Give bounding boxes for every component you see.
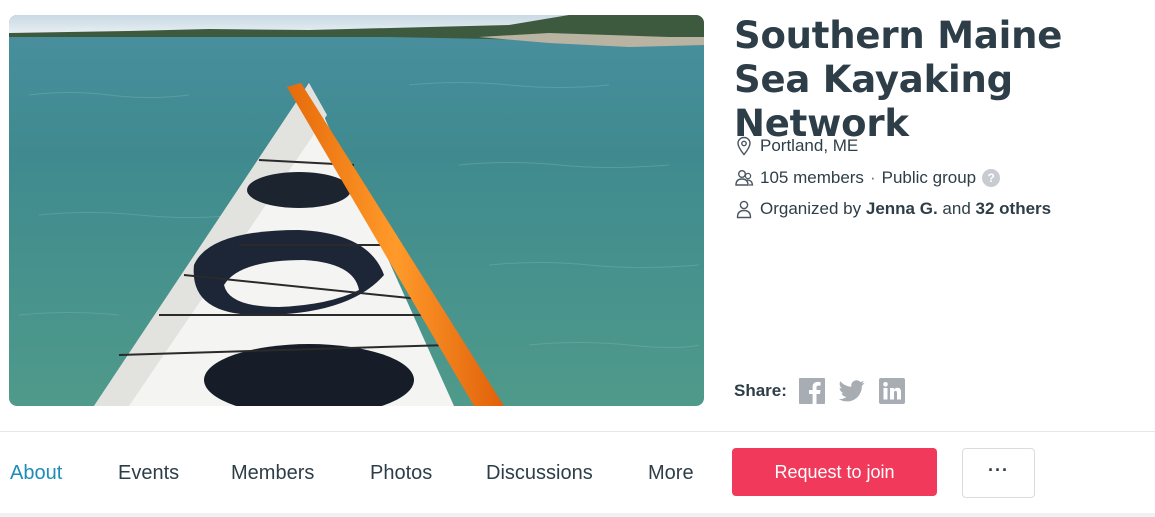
share-label: Share: <box>734 380 787 400</box>
tab-discussions[interactable]: Discussions <box>486 459 593 487</box>
share-row: Share: <box>734 377 919 404</box>
location-row: Portland, ME <box>734 134 858 158</box>
ellipsis-icon: ··· <box>988 459 1009 480</box>
linkedin-icon[interactable] <box>879 377 906 404</box>
more-options-button[interactable]: ··· <box>962 448 1035 498</box>
facebook-icon[interactable] <box>799 377 826 404</box>
organized-by-label: Organized by <box>760 199 862 218</box>
twitter-icon[interactable] <box>839 377 866 404</box>
group-title: Southern Maine Sea Kayaking Network <box>734 14 1063 145</box>
person-icon <box>734 199 754 219</box>
tab-about[interactable]: About <box>10 459 62 487</box>
tab-members[interactable]: Members <box>231 459 314 487</box>
separator-dot: · <box>869 168 876 187</box>
members-count[interactable]: 105 members <box>760 168 864 188</box>
group-cover-photo <box>9 15 704 406</box>
members-icon <box>734 168 754 188</box>
organizer-name[interactable]: Jenna G. <box>866 199 938 219</box>
organizer-others-link[interactable]: 32 others <box>976 199 1052 219</box>
kayak-bow-on-water-image <box>9 15 704 406</box>
location-pin-icon <box>734 136 754 156</box>
members-row: 105 members · Public group ? <box>734 166 1001 190</box>
request-to-join-button[interactable]: Request to join <box>732 448 937 496</box>
tab-events[interactable]: Events <box>118 459 179 487</box>
location-text: Portland, ME <box>760 136 859 155</box>
nav-bottom-border <box>0 513 1155 517</box>
organized-and: and <box>942 199 971 218</box>
nav-divider <box>0 431 1155 432</box>
privacy-label: Public group <box>881 168 977 187</box>
tab-photos[interactable]: Photos <box>370 459 432 487</box>
tab-more[interactable]: More <box>648 459 694 487</box>
organizer-row: Organized by Jenna G. and 32 others <box>734 197 1051 221</box>
help-icon[interactable]: ? <box>982 169 1001 187</box>
